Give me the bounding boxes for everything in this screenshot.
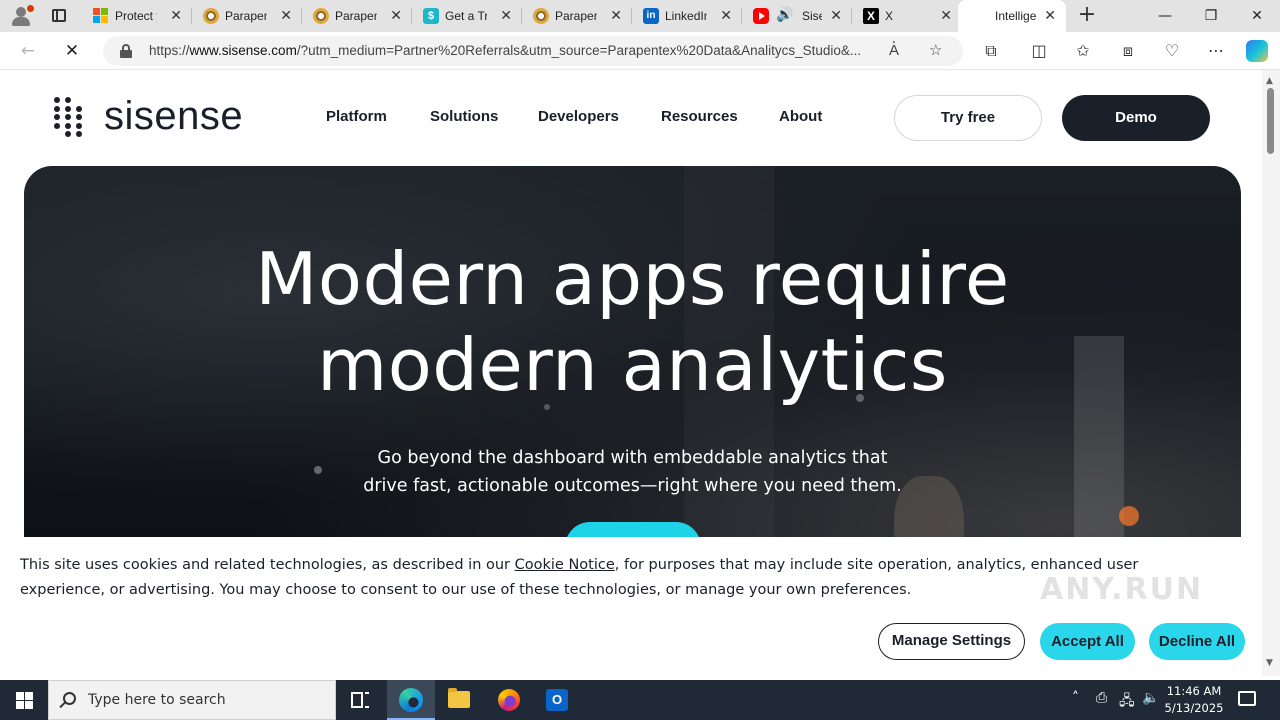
folder-icon xyxy=(448,688,470,708)
task-view-button[interactable] xyxy=(336,680,384,720)
windows-logo-icon xyxy=(16,692,33,709)
demo-button[interactable]: Demo xyxy=(1062,95,1210,141)
tab-title: Intellige xyxy=(995,9,1037,23)
nav-resources[interactable]: Resources xyxy=(661,108,738,125)
scroll-up-icon[interactable]: ▲ xyxy=(1266,76,1273,86)
windows-taskbar: Type here to search O ˄ ⎙ 🖧 🔈 11:46 AM 5… xyxy=(0,680,1280,720)
taskbar-edge[interactable] xyxy=(387,680,435,720)
taskbar-file-explorer[interactable] xyxy=(435,680,483,720)
try-free-button[interactable]: Try free xyxy=(894,95,1042,141)
performance-icon[interactable]: ♡ xyxy=(1160,40,1184,62)
browser-toolbar: ← ✕ https://www.sisense.com/?utm_medium=… xyxy=(0,32,1280,70)
tab-title: Protect y xyxy=(115,9,157,23)
close-tab-icon[interactable]: ✕ xyxy=(610,7,622,24)
favorites-icon[interactable]: ✩ xyxy=(1071,40,1095,62)
logo-text: sisense xyxy=(104,94,244,138)
tab-title: Parapent xyxy=(335,9,377,23)
address-bar[interactable]: https://www.sisense.com/?utm_medium=Part… xyxy=(103,36,963,66)
extensions-icon[interactable]: ⧉ xyxy=(979,40,1003,62)
profile-avatar-icon[interactable] xyxy=(8,4,34,28)
outlook-icon: O xyxy=(546,689,568,711)
new-tab-icon[interactable]: + xyxy=(1076,4,1098,26)
linkedin-icon: in xyxy=(643,8,659,24)
tab-title: Parapent xyxy=(555,9,597,23)
close-tab-icon[interactable]: ✕ xyxy=(830,7,842,24)
close-tab-icon[interactable]: ✕ xyxy=(1044,7,1056,24)
settings-more-icon[interactable]: ⋯ xyxy=(1204,40,1228,62)
close-tab-icon[interactable]: ✕ xyxy=(500,7,512,24)
taskbar-outlook[interactable]: O xyxy=(533,680,581,720)
copilot-icon[interactable] xyxy=(1246,40,1268,62)
youtube-icon xyxy=(753,8,769,24)
url-text[interactable]: https://www.sisense.com/?utm_medium=Part… xyxy=(149,43,879,58)
sisense-logo[interactable]: sisense xyxy=(52,94,262,140)
taskbar-firefox[interactable] xyxy=(485,680,533,720)
taskbar-search-box[interactable]: Type here to search xyxy=(48,680,336,720)
search-placeholder: Type here to search xyxy=(88,692,226,708)
close-tab-icon[interactable]: ✕ xyxy=(940,7,952,24)
taskbar-clock[interactable]: 11:46 AM 5/13/2025 xyxy=(1158,683,1230,717)
split-screen-icon[interactable]: ◫ xyxy=(1027,40,1051,62)
stop-loading-icon[interactable]: ✕ xyxy=(60,40,84,62)
cookie-notice-link[interactable]: Cookie Notice xyxy=(515,557,615,573)
close-tab-icon[interactable]: ✕ xyxy=(390,7,402,24)
minimize-icon[interactable]: — xyxy=(1142,0,1188,32)
browser-tab[interactable]: Parapent ✕ xyxy=(524,0,632,32)
x-icon: X xyxy=(863,8,879,24)
tab-actions-menu-icon[interactable] xyxy=(48,6,70,26)
network-icon[interactable]: 🖧 xyxy=(1119,690,1135,714)
nav-solutions[interactable]: Solutions xyxy=(430,108,498,125)
browser-tab[interactable]: in LinkedIn ✕ xyxy=(634,0,742,32)
browser-tab[interactable]: X X ✕ xyxy=(854,0,962,32)
manage-settings-button[interactable]: Manage Settings xyxy=(878,623,1025,660)
browser-tab-strip: Protect y ✕ Parapent ✕ Parapent ✕ $ Get … xyxy=(0,0,1280,32)
device-icon[interactable]: ⎙ xyxy=(1096,690,1107,706)
favorite-star-icon[interactable]: ☆ xyxy=(929,41,942,59)
close-tab-icon[interactable]: ✕ xyxy=(280,7,292,24)
edge-icon xyxy=(399,688,423,712)
notifications-icon[interactable] xyxy=(1238,691,1256,706)
anyrun-watermark: ANY.RUN xyxy=(1040,572,1204,607)
browser-tab[interactable]: $ Get a Tri ✕ xyxy=(414,0,522,32)
read-aloud-icon[interactable]: A͐ xyxy=(889,41,899,59)
search-icon xyxy=(63,692,76,705)
browser-tab[interactable]: Parapent ✕ xyxy=(194,0,302,32)
scroll-down-icon[interactable]: ▼ xyxy=(1266,658,1273,668)
microsoft-icon xyxy=(93,8,109,24)
tab-title: Parapent xyxy=(225,9,267,23)
browser-tab[interactable]: 🔊 Sise ✕ xyxy=(744,0,852,32)
page-scrollbar[interactable]: ▲ ▼ xyxy=(1262,70,1280,676)
sisense-logo-mark-icon xyxy=(54,97,88,139)
volume-icon[interactable]: 🔈 xyxy=(1142,690,1159,706)
tab-title: LinkedIn xyxy=(665,9,707,23)
close-tab-icon[interactable]: ✕ xyxy=(720,7,732,24)
start-button[interactable] xyxy=(0,680,48,720)
parapentex-icon xyxy=(533,8,549,24)
speaker-icon[interactable]: 🔊 xyxy=(776,6,793,23)
tab-title: Sise xyxy=(802,9,822,23)
nav-developers[interactable]: Developers xyxy=(538,108,619,125)
collections-icon[interactable]: ⧈ xyxy=(1116,40,1140,62)
close-tab-icon[interactable]: ✕ xyxy=(170,7,182,24)
hero-banner: Modern apps require modern analytics Go b… xyxy=(24,166,1241,586)
parapentex-icon xyxy=(313,8,329,24)
lock-icon[interactable] xyxy=(120,44,132,58)
back-icon[interactable]: ← xyxy=(16,40,40,62)
close-window-icon[interactable]: ✕ xyxy=(1234,0,1280,32)
nav-platform[interactable]: Platform xyxy=(326,108,387,125)
parapentex-icon xyxy=(203,8,219,24)
tab-title: X xyxy=(885,9,894,23)
sisense-icon: $ xyxy=(423,8,439,24)
nav-about[interactable]: About xyxy=(779,108,822,125)
restore-icon[interactable]: ❐ xyxy=(1188,0,1234,32)
tab-title: Get a Tri xyxy=(445,9,487,23)
browser-tab-active[interactable]: Intellige ✕ xyxy=(958,0,1066,32)
browser-tab[interactable]: Parapent ✕ xyxy=(304,0,412,32)
hero-headline: Modern apps require modern analytics xyxy=(255,237,1010,407)
show-hidden-icons-icon[interactable]: ˄ xyxy=(1072,690,1079,706)
browser-tab[interactable]: Protect y ✕ xyxy=(84,0,192,32)
hero-subtitle: Go beyond the dashboard with embeddable … xyxy=(363,448,902,496)
firefox-icon xyxy=(498,689,520,711)
scrollbar-thumb[interactable] xyxy=(1267,88,1274,154)
